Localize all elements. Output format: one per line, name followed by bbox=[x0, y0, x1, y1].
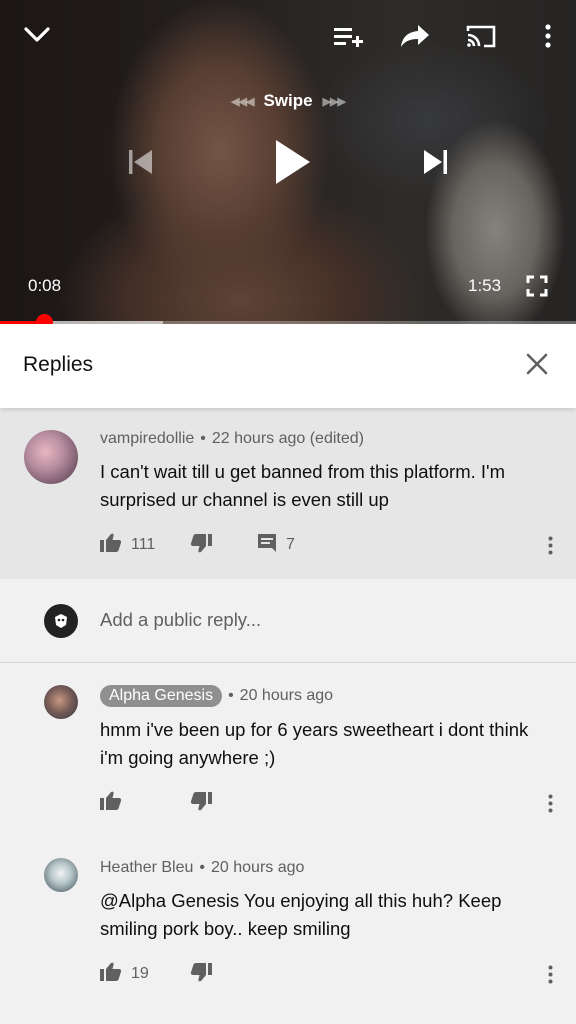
avatar[interactable] bbox=[24, 430, 78, 484]
current-time: 0:08 bbox=[28, 276, 62, 295]
comment-icon bbox=[257, 533, 277, 558]
comment-author[interactable]: Heather Bleu bbox=[100, 859, 193, 877]
comment-meta: Alpha Genesis • 20 hours ago bbox=[100, 685, 333, 707]
comment-author[interactable]: vampiredollie bbox=[100, 430, 194, 448]
share-icon[interactable] bbox=[396, 20, 434, 52]
cast-icon[interactable] bbox=[462, 20, 500, 52]
thumbs-down-icon bbox=[190, 791, 212, 816]
dislike-button[interactable] bbox=[190, 531, 212, 559]
reply-count: 7 bbox=[286, 536, 295, 553]
dislike-button[interactable] bbox=[190, 960, 212, 988]
comment-text: @Alpha Genesis You enjoying all this huh… bbox=[100, 890, 502, 939]
thumbs-up-icon bbox=[100, 791, 122, 816]
parent-comment: vampiredollie • 22 hours ago (edited) I … bbox=[0, 408, 576, 579]
thumbs-down-icon bbox=[190, 962, 212, 987]
add-to-queue-icon[interactable] bbox=[330, 22, 366, 52]
like-button[interactable]: 19 bbox=[100, 960, 149, 988]
swipe-hint: ◀◀◀ Swipe ▶▶▶ bbox=[231, 91, 346, 110]
comment-meta: vampiredollie • 22 hours ago (edited) bbox=[100, 430, 364, 448]
like-button[interactable]: 111 bbox=[100, 531, 155, 559]
play-icon[interactable] bbox=[268, 136, 316, 188]
skip-next-icon[interactable] bbox=[418, 144, 454, 180]
like-button[interactable] bbox=[100, 789, 122, 817]
comment-text: I can't wait till u get banned from this… bbox=[100, 461, 505, 510]
comment-meta: Heather Bleu • 20 hours ago bbox=[100, 859, 305, 877]
comment-time: 20 hours ago bbox=[239, 687, 334, 704]
close-icon bbox=[526, 353, 548, 380]
skip-previous-icon[interactable] bbox=[122, 144, 158, 180]
replies-header: Replies bbox=[0, 324, 576, 408]
avatar[interactable] bbox=[44, 685, 78, 719]
swipe-label: Swipe bbox=[263, 91, 313, 110]
more-vert-icon[interactable] bbox=[540, 789, 560, 817]
comment-text: hmm i've been up for 6 years sweetheart … bbox=[100, 719, 529, 768]
more-vert-icon[interactable] bbox=[536, 20, 560, 52]
user-avatar bbox=[44, 604, 78, 638]
chevron-down-icon[interactable] bbox=[20, 20, 54, 50]
close-button[interactable] bbox=[517, 346, 557, 386]
video-player[interactable]: ◀◀◀ Swipe ▶▶▶ 0:08 1:53 bbox=[0, 0, 576, 324]
progress-scrubber[interactable] bbox=[36, 314, 54, 324]
reply-count-button[interactable]: 7 bbox=[257, 531, 295, 559]
comment-time: 22 hours ago (edited) bbox=[211, 430, 364, 447]
thumbs-up-icon bbox=[100, 533, 122, 558]
dislike-button[interactable] bbox=[190, 789, 212, 817]
fullscreen-icon[interactable] bbox=[522, 272, 552, 300]
video-duration: 1:53 bbox=[468, 276, 502, 295]
like-count: 111 bbox=[131, 536, 156, 553]
thumbs-down-icon bbox=[190, 533, 212, 558]
add-reply-bar[interactable]: Add a public reply... bbox=[0, 579, 576, 663]
avatar[interactable] bbox=[44, 858, 78, 892]
more-vert-icon[interactable] bbox=[540, 531, 560, 559]
more-vert-icon[interactable] bbox=[540, 960, 560, 988]
reply-item: Alpha Genesis • 20 hours ago hmm i've be… bbox=[0, 663, 576, 833]
like-count: 19 bbox=[131, 965, 149, 982]
reply-item: Heather Bleu • 20 hours ago @Alpha Genes… bbox=[0, 833, 576, 1013]
replies-title: Replies bbox=[23, 353, 94, 376]
creator-badge-author[interactable]: Alpha Genesis bbox=[100, 685, 223, 707]
add-reply-input[interactable]: Add a public reply... bbox=[100, 609, 261, 631]
thumbs-up-icon bbox=[100, 962, 122, 987]
comment-time: 20 hours ago bbox=[211, 859, 305, 876]
